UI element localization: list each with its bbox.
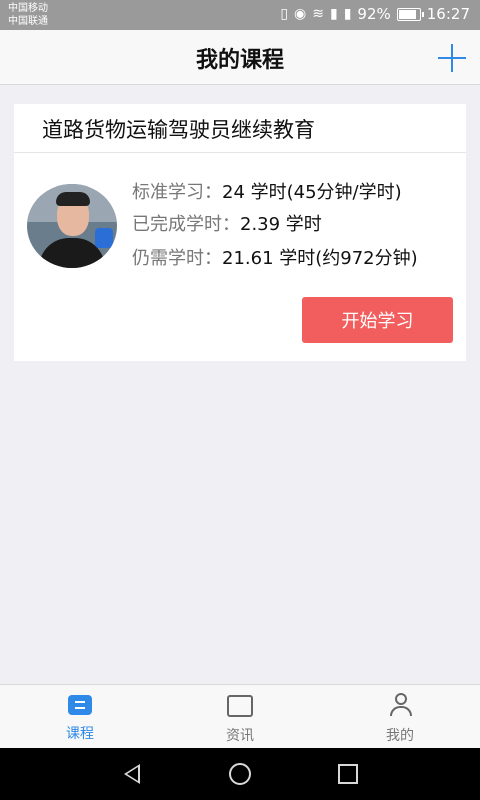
carrier-info: 中国移动 中国联通 <box>8 2 48 28</box>
card-divider <box>14 152 466 153</box>
remaining-hours-row: 仍需学时：21.61 学时(约972分钟) <box>132 244 418 270</box>
page-title: 我的课程 <box>195 48 284 73</box>
standard-hours-value: 24 学时(45分钟/学时) <box>222 182 402 203</box>
tab-news-label: 资讯 <box>226 728 254 744</box>
carrier-2: 中国联通 <box>8 16 48 27</box>
tab-bar: 课程 资讯 我的 <box>0 684 480 749</box>
avatar <box>27 184 117 268</box>
tab-me-label: 我的 <box>386 728 414 744</box>
tab-courses-label: 课程 <box>66 726 94 742</box>
start-learning-button[interactable]: 开始学习 <box>302 297 453 343</box>
signal-icon: ▮ <box>329 6 338 22</box>
status-indicators: ▯ ◉ ≋ ▮ ▮ 92% 16:27 <box>280 5 470 23</box>
standard-hours-label: 标准学习： <box>132 182 222 203</box>
vibrate-icon: ▯ <box>280 6 289 22</box>
recent-apps-icon[interactable] <box>338 764 358 784</box>
course-card: 道路货物运输驾驶员继续教育 标准学习：24 学时(45分钟/学时) 已完成学时：… <box>14 104 466 361</box>
eye-icon: ◉ <box>294 6 307 22</box>
remaining-hours-label: 仍需学时： <box>132 248 222 269</box>
battery-percent: 92% <box>357 5 391 23</box>
back-icon[interactable] <box>124 764 140 784</box>
remaining-hours-value: 21.61 学时(约972分钟) <box>222 248 418 269</box>
tab-news[interactable]: 资讯 <box>200 691 280 745</box>
carrier-1: 中国移动 <box>8 3 48 14</box>
home-icon[interactable] <box>229 763 251 785</box>
battery-icon <box>396 7 424 21</box>
course-title: 道路货物运输驾驶员继续教育 <box>42 118 315 142</box>
tab-me[interactable]: 我的 <box>360 691 440 745</box>
completed-hours-value: 2.39 学时 <box>240 214 322 235</box>
wifi-icon: ≋ <box>312 6 324 22</box>
standard-hours-row: 标准学习：24 学时(45分钟/学时) <box>132 178 402 204</box>
courses-icon <box>68 695 92 715</box>
nav-bar: 我的课程 <box>0 30 480 85</box>
signal-2-icon: ▮ <box>343 6 352 22</box>
person-icon <box>388 693 412 717</box>
clock: 16:27 <box>426 5 470 23</box>
battery-fill <box>398 9 417 19</box>
tab-courses[interactable]: 课程 <box>40 691 120 743</box>
system-nav-bar <box>0 748 480 800</box>
status-bar: 中国移动 中国联通 ▯ ◉ ≋ ▮ ▮ 92% 16:27 <box>0 0 480 30</box>
completed-hours-label: 已完成学时： <box>132 214 240 235</box>
news-icon <box>227 695 253 717</box>
completed-hours-row: 已完成学时：2.39 学时 <box>132 210 322 236</box>
add-course-button[interactable] <box>438 44 466 72</box>
